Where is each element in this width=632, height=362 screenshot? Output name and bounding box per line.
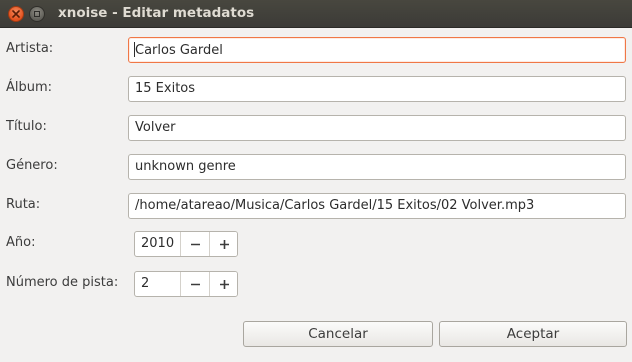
accept-button-label: Aceptar [506,326,560,342]
track-decrement-button[interactable] [180,272,209,296]
genre-row: Género: unknown genre [0,154,632,180]
track-label: Número de pista: [6,275,119,290]
title-row: Título: Volver [0,115,632,141]
minus-icon [190,283,200,285]
artist-row: Artista: Carlos Gardel [0,37,632,63]
title-label: Título: [6,119,47,134]
path-value: /home/atareao/Musica/Carlos Gardel/15 Ex… [135,198,535,213]
year-decrement-button[interactable] [180,232,209,256]
year-row: Año: 2010 [0,231,632,257]
window-title: xnoise - Editar metadatos [58,5,255,21]
artist-field[interactable]: Carlos Gardel [128,37,626,63]
album-label: Álbum: [6,80,53,95]
path-label: Ruta: [6,197,41,212]
genre-label: Género: [6,158,58,173]
track-increment-button[interactable] [209,272,237,296]
plus-icon [219,279,229,289]
path-field[interactable]: /home/atareao/Musica/Carlos Gardel/15 Ex… [128,193,626,219]
genre-value: unknown genre [135,159,236,174]
title-field[interactable]: Volver [128,115,626,141]
album-value: 15 Exitos [135,81,196,96]
title-value: Volver [135,120,176,135]
track-spinner: 2 [134,271,238,297]
artist-label: Artista: [6,41,54,56]
album-field[interactable]: 15 Exitos [128,76,626,102]
year-input[interactable]: 2010 [135,232,174,256]
genre-field[interactable]: unknown genre [128,154,626,180]
year-spinner: 2010 [134,231,238,257]
cancel-button-label: Cancelar [308,326,368,342]
artist-value: Carlos Gardel [135,43,223,58]
maximize-icon [34,11,40,17]
plus-icon [219,239,229,249]
track-input[interactable]: 2 [135,272,149,296]
close-icon [12,10,20,18]
year-label: Año: [6,235,36,250]
album-row: Álbum: 15 Exitos [0,76,632,102]
accept-button[interactable]: Aceptar [439,321,627,347]
cancel-button[interactable]: Cancelar [243,321,433,347]
track-row: Número de pista: 2 [0,271,632,297]
path-row: Ruta: /home/atareao/Musica/Carlos Gardel… [0,193,632,219]
title-bar: xnoise - Editar metadatos [0,0,632,28]
minus-icon [190,243,200,245]
maximize-window-button[interactable] [29,6,45,22]
close-window-button[interactable] [8,6,24,22]
year-increment-button[interactable] [209,232,237,256]
editar-metadatos-window: xnoise - Editar metadatos Artista: Carlo… [0,0,632,362]
